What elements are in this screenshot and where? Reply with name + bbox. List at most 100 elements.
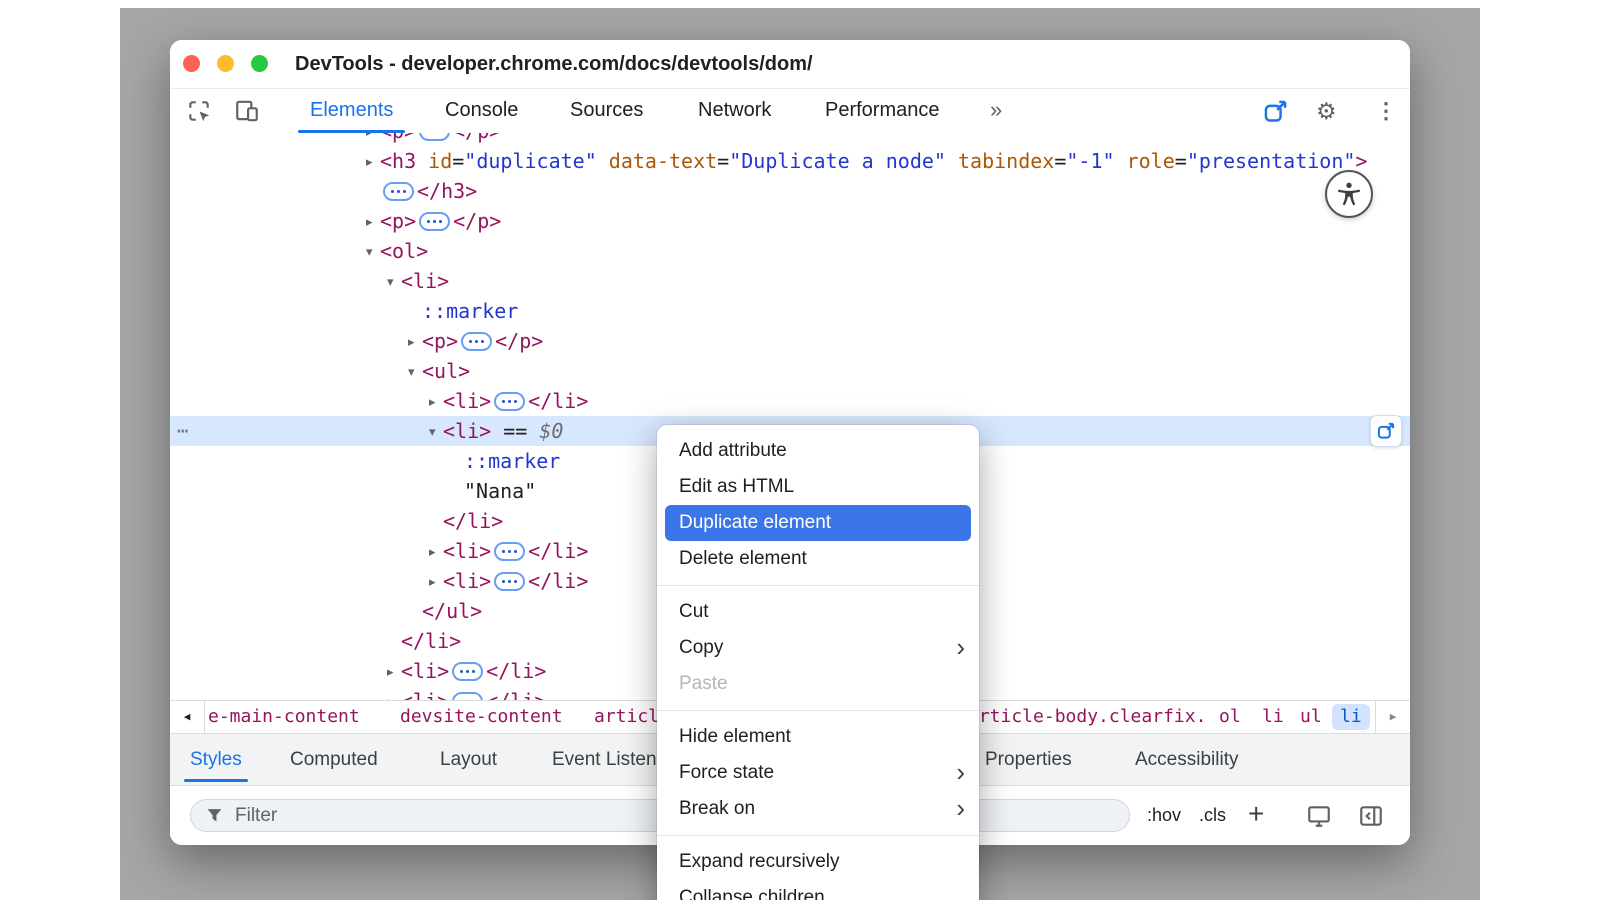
inspect-badge-icon[interactable] — [1262, 98, 1288, 124]
code-token: <li> — [443, 389, 491, 413]
menu-item-hide-element[interactable]: Hide element — [657, 719, 979, 755]
dom-tree-row[interactable]: ▾<li> — [170, 266, 1410, 296]
new-style-rule-button[interactable]: + — [1248, 786, 1264, 842]
expand-children-badge-icon[interactable] — [383, 182, 414, 201]
dom-tree-row[interactable]: ▾<ol> — [170, 236, 1410, 266]
code-token: id — [416, 149, 452, 173]
menu-item-expand-recursively[interactable]: Expand recursively — [657, 844, 979, 880]
code-token: </ul> — [422, 599, 482, 623]
code-token: <li> — [443, 569, 491, 593]
element-classes-button[interactable]: .cls — [1199, 786, 1226, 845]
dom-tree-row[interactable]: ▸<p></p> — [170, 133, 1410, 146]
breadcrumb-scroll-left-icon[interactable]: ◀ — [170, 701, 205, 733]
dom-tree-row[interactable]: ▸<li> </li> — [170, 386, 1410, 416]
expand-arrow-icon[interactable]: ▸ — [429, 538, 443, 568]
code-token: "-1" — [1066, 149, 1114, 173]
tab-network[interactable]: Network — [698, 89, 771, 133]
tab-elements[interactable]: Elements — [310, 89, 393, 133]
code-token: = — [717, 149, 729, 173]
code-token: </li> — [528, 569, 588, 593]
expand-children-badge-icon[interactable] — [461, 332, 492, 351]
expand-arrow-icon[interactable]: ▸ — [387, 688, 401, 700]
tab-console[interactable]: Console — [445, 89, 518, 133]
menu-item-collapse-children[interactable]: Collapse children — [657, 880, 979, 900]
window-title: DevTools - developer.chrome.com/docs/dev… — [295, 40, 813, 88]
menu-item-add-attribute[interactable]: Add attribute — [657, 433, 979, 469]
sidebar-tab-accessibility[interactable]: Accessibility — [1135, 734, 1238, 785]
crumb-li-5[interactable]: li — [1262, 701, 1284, 733]
collapse-arrow-icon[interactable]: ▾ — [408, 358, 422, 388]
dom-tree-row[interactable]: ▸<p></p> — [170, 206, 1410, 236]
expand-children-badge-icon[interactable] — [494, 392, 525, 411]
code-token: ::marker — [464, 449, 560, 473]
code-token: </li> — [528, 389, 588, 413]
crumb-li-7[interactable]: li — [1332, 704, 1370, 730]
menu-item-break-on[interactable]: Break on› — [657, 791, 979, 827]
dom-tree-row[interactable]: ▸<p></p> — [170, 326, 1410, 356]
menu-item-label: Delete element — [679, 548, 807, 569]
code-token: = — [1054, 149, 1066, 173]
code-token: "Duplicate a node" — [729, 149, 946, 173]
inspect-element-icon[interactable] — [186, 98, 212, 124]
menu-item-copy[interactable]: Copy› — [657, 630, 979, 666]
dom-tree-row[interactable]: ▾<ul> — [170, 356, 1410, 386]
row-overflow-dots-icon[interactable]: ⋯ — [177, 416, 189, 446]
expand-arrow-icon[interactable]: ▸ — [429, 568, 443, 598]
menu-item-delete-element[interactable]: Delete element — [657, 541, 979, 577]
expand-arrow-icon[interactable]: ▸ — [408, 328, 422, 358]
code-token: </li> — [443, 509, 503, 533]
dom-tree-row[interactable]: ▸<h3 id="duplicate" data-text="Duplicate… — [170, 146, 1410, 176]
menu-item-edit-as-html[interactable]: Edit as HTML — [657, 469, 979, 505]
expand-children-badge-icon[interactable] — [452, 692, 483, 701]
expand-arrow-icon[interactable]: ▸ — [366, 148, 380, 178]
menu-item-duplicate-element[interactable]: Duplicate element — [665, 505, 971, 541]
collapse-arrow-icon[interactable]: ▾ — [429, 418, 443, 448]
crumb-e-main-content-0[interactable]: e-main-content — [208, 701, 360, 733]
code-token: <ul> — [422, 359, 470, 383]
dom-tree-row[interactable]: </h3> — [170, 176, 1410, 206]
breadcrumb-scroll-right-icon[interactable]: ▶ — [1375, 701, 1410, 733]
zoom-button[interactable] — [251, 55, 268, 72]
device-toolbar-icon[interactable] — [234, 98, 260, 124]
crumb-ol-4[interactable]: ol — [1219, 701, 1241, 733]
crumb-devsite-content-1[interactable]: devsite-content — [400, 701, 563, 733]
sidebar-tab-layout[interactable]: Layout — [440, 734, 497, 785]
scroll-into-view-badge-icon[interactable] — [1370, 415, 1402, 447]
submenu-chevron-icon: › — [956, 790, 965, 826]
sidebar-tab-properties[interactable]: Properties — [985, 734, 1072, 785]
more-tabs-icon[interactable]: » — [990, 89, 1000, 131]
collapse-arrow-icon[interactable]: ▾ — [366, 238, 380, 268]
minimize-button[interactable] — [217, 55, 234, 72]
menu-item-paste: Paste — [657, 666, 979, 702]
expand-children-badge-icon[interactable] — [452, 662, 483, 681]
sidebar-tab-styles[interactable]: Styles — [190, 734, 242, 785]
tab-performance[interactable]: Performance — [825, 89, 940, 133]
kebab-menu-icon[interactable]: ⋮ — [1375, 89, 1397, 133]
expand-arrow-icon[interactable]: ▸ — [387, 658, 401, 688]
expand-children-badge-icon[interactable] — [494, 542, 525, 561]
menu-item-force-state[interactable]: Force state› — [657, 755, 979, 791]
code-token: </li> — [401, 629, 461, 653]
tab-sources[interactable]: Sources — [570, 89, 643, 133]
collapse-arrow-icon[interactable]: ▾ — [387, 268, 401, 298]
expand-arrow-icon[interactable]: ▸ — [429, 388, 443, 418]
sidebar-tab-computed[interactable]: Computed — [290, 734, 378, 785]
submenu-chevron-icon: › — [956, 754, 965, 790]
settings-gear-icon[interactable]: ⚙ — [1316, 89, 1337, 133]
code-token: data-text — [597, 149, 717, 173]
crumb-article-body-clearfix-3[interactable]: article-body.clearfix. — [968, 701, 1206, 733]
expand-children-badge-icon[interactable] — [494, 572, 525, 591]
expand-children-badge-icon[interactable] — [419, 212, 450, 231]
toggle-element-state-button[interactable]: :hov — [1147, 786, 1181, 845]
rendering-emulation-icon[interactable] — [1306, 803, 1332, 829]
crumb-ul-6[interactable]: ul — [1300, 701, 1322, 733]
menu-item-cut[interactable]: Cut — [657, 594, 979, 630]
accessibility-person-icon[interactable] — [1325, 170, 1373, 218]
expand-arrow-icon[interactable]: ▸ — [366, 208, 380, 238]
toggle-sidebar-icon[interactable] — [1358, 803, 1384, 829]
close-button[interactable] — [183, 55, 200, 72]
submenu-chevron-icon: › — [956, 629, 965, 665]
code-token: </li> — [486, 659, 546, 683]
dom-tree-row[interactable]: ::marker — [170, 296, 1410, 326]
expand-children-badge-icon[interactable] — [419, 133, 450, 141]
